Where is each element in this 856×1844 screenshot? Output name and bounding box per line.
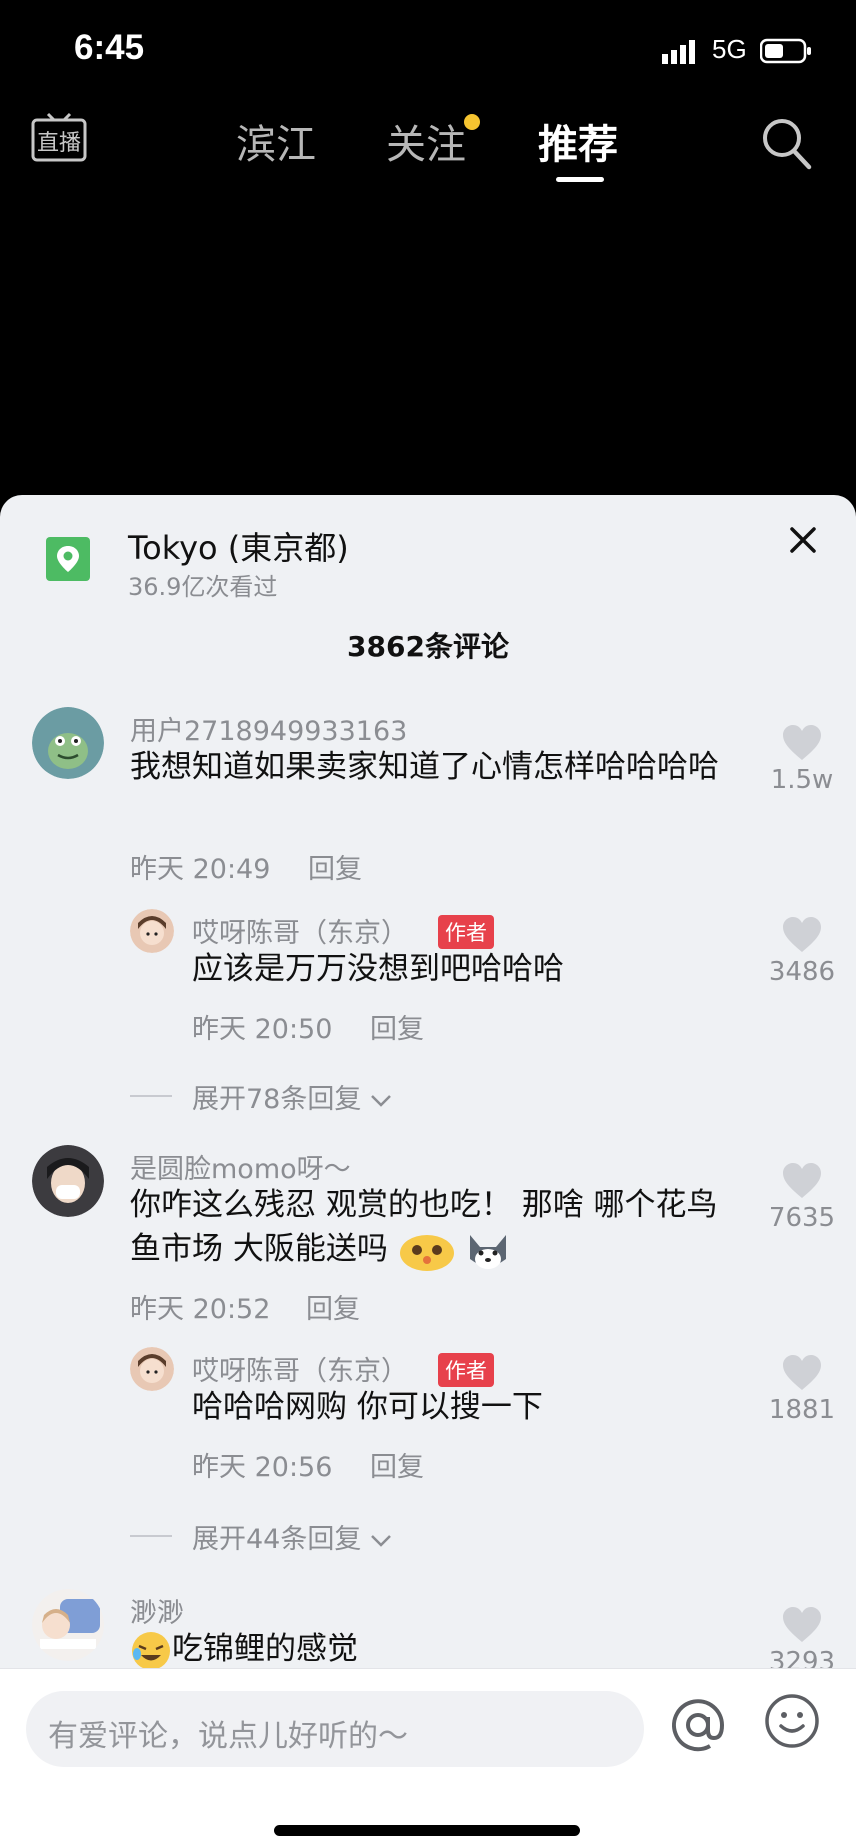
reply-time: 昨天 20:50 (192, 1014, 333, 1045)
reply-username[interactable]: 哎呀陈哥（东京） (192, 911, 408, 950)
signal-icon (662, 40, 695, 64)
chevron-down-icon (371, 1094, 391, 1107)
reply-button[interactable]: 回复 (306, 1287, 360, 1326)
home-indicator (274, 1825, 580, 1836)
chevron-down-icon (371, 1534, 391, 1547)
author-badge: 作者 (438, 915, 494, 949)
heart-icon[interactable] (782, 917, 822, 953)
tab-recommended[interactable]: 推荐 (538, 112, 618, 170)
search-icon[interactable] (760, 116, 812, 170)
expand-replies-label: 展开44条回复 (192, 1524, 362, 1555)
heart-icon[interactable] (782, 1355, 822, 1391)
laughing-emoji-icon (132, 1631, 170, 1670)
comment-time: 昨天 20:49 (130, 854, 271, 885)
comment-text: 你咋这么残忍 观赏的也吃！ 那啥 哪个花鸟鱼市场 大阪能送吗 (130, 1183, 730, 1273)
like-count: 1.5w (770, 765, 834, 795)
mention-at-icon[interactable] (670, 1695, 726, 1755)
expand-replies[interactable]: 展开44条回复 (192, 1517, 392, 1556)
reply-button[interactable]: 回复 (370, 1007, 424, 1046)
comment-item: 是圆脸momo呀～ 你咋这么残忍 观赏的也吃！ 那啥 哪个花鸟鱼市场 大阪能送吗… (0, 1145, 856, 1505)
avatar[interactable] (32, 1589, 104, 1661)
active-tab-indicator (556, 177, 604, 182)
comment-input[interactable]: 有爱评论，说点儿好听的～ (26, 1691, 644, 1767)
heart-icon[interactable] (782, 1163, 822, 1199)
location-title[interactable]: Tokyo (東京都) (128, 523, 349, 569)
avatar[interactable] (32, 707, 104, 779)
comment-input-bar: 有爱评论，说点儿好听的～ (0, 1668, 856, 1844)
reply-time: 昨天 20:56 (192, 1452, 333, 1483)
emoji-icon[interactable] (764, 1693, 820, 1749)
comment-time: 昨天 20:52 (130, 1294, 271, 1325)
expand-replies[interactable]: 展开78条回复 (192, 1077, 392, 1116)
divider (130, 1535, 172, 1537)
comment-username[interactable]: 渺渺 (130, 1591, 184, 1630)
author-badge: 作者 (438, 1353, 494, 1387)
expand-replies-label: 展开78条回复 (192, 1084, 362, 1115)
location-pin-icon (46, 537, 90, 581)
author-avatar[interactable] (130, 909, 174, 953)
comment-text: 我想知道如果卖家知道了心情怎样哈哈哈哈 (130, 749, 719, 785)
battery-icon (760, 38, 811, 64)
heart-icon[interactable] (782, 1607, 822, 1643)
like-count: 7635 (768, 1203, 836, 1233)
tab-following[interactable]: 关注 (386, 112, 466, 170)
reply-username[interactable]: 哎呀陈哥（东京） (192, 1349, 408, 1388)
comment-count: 3862条评论 (347, 630, 509, 663)
status-time: 6:45 (74, 28, 145, 67)
reply-button[interactable]: 回复 (370, 1445, 424, 1484)
reply-text: 应该是万万没想到吧哈哈哈 (192, 951, 564, 987)
author-avatar[interactable] (130, 1347, 174, 1391)
husky-emoji-icon (469, 1234, 506, 1269)
live-tv-icon[interactable]: 直播 (30, 108, 88, 166)
reply-text: 哈哈哈网购 你可以搜一下 (192, 1389, 543, 1425)
reply-button[interactable]: 回复 (308, 847, 362, 886)
comment-text-content: 吃锦鲤的感觉 (172, 1631, 358, 1667)
comment-username[interactable]: 是圆脸momo呀～ (130, 1147, 351, 1186)
close-icon[interactable] (786, 523, 820, 557)
network-label: 5G (712, 34, 747, 64)
comment-sheet: Tokyo (東京都) 36.9亿次看过 3862条评论 用户271894993… (0, 495, 856, 1844)
notification-dot (464, 114, 480, 130)
tab-binjiang[interactable]: 滨江 (236, 112, 316, 170)
comment-item: 用户2718949933163 我想知道如果卖家知道了心情怎样哈哈哈哈 昨天 2… (0, 707, 856, 1067)
cute-emoji-icon (399, 1234, 454, 1271)
location-views: 36.9亿次看过 (128, 573, 278, 601)
comment-text: 吃锦鲤的感觉 (130, 1627, 358, 1672)
svg-text:直播: 直播 (37, 131, 81, 156)
divider (130, 1095, 172, 1097)
avatar[interactable] (32, 1145, 104, 1217)
like-count: 3486 (768, 957, 836, 987)
comment-username[interactable]: 用户2718949933163 (130, 709, 407, 748)
like-count: 1881 (768, 1395, 836, 1425)
heart-icon[interactable] (782, 725, 822, 761)
